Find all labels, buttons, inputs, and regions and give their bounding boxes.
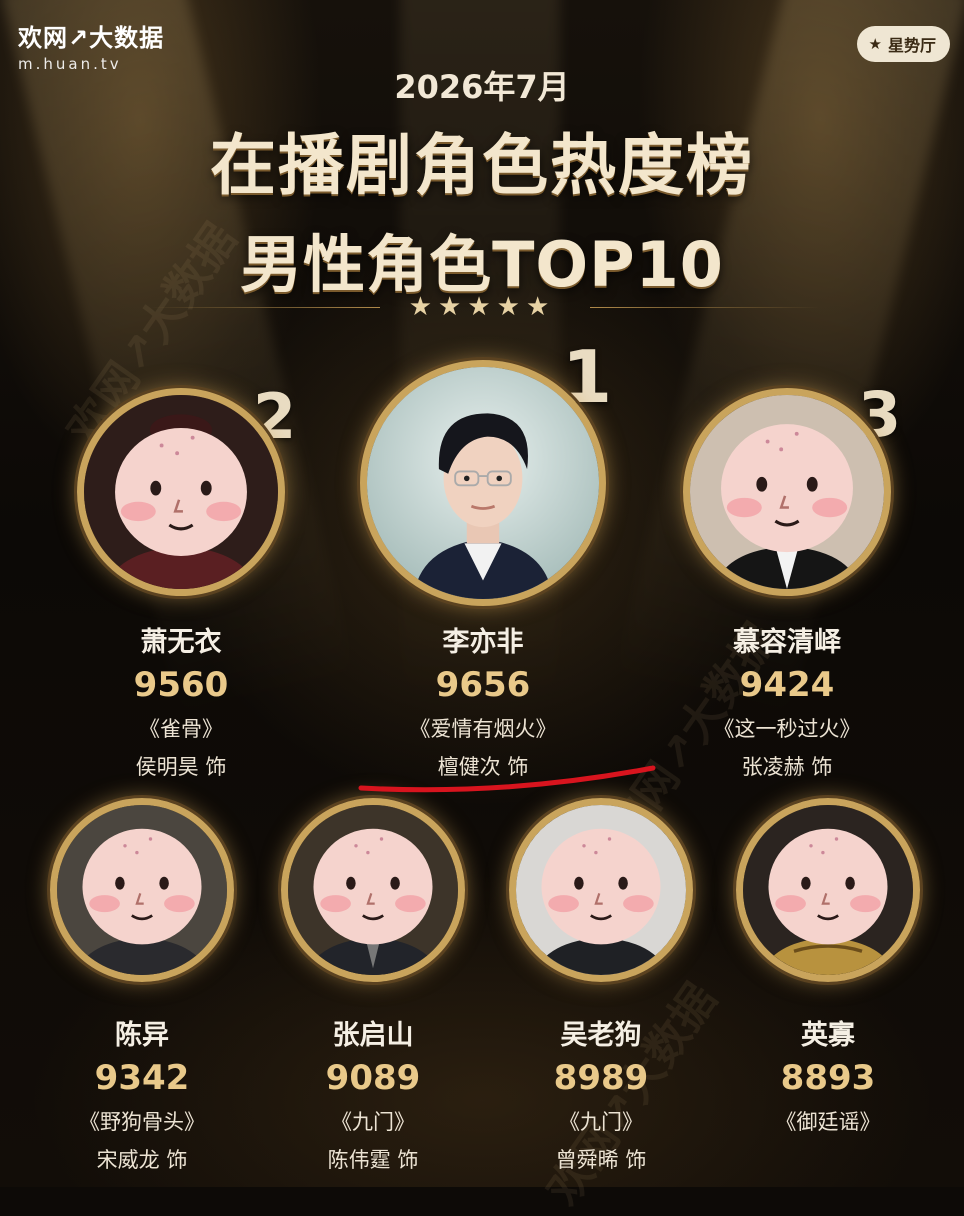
drama-title: 《九门》 (331, 1110, 415, 1134)
portrait-image (367, 367, 599, 599)
character-name: 张启山 (332, 1020, 414, 1051)
entry-rank-5: 张启山 9089 《九门》 陈伟霆 饰 (243, 1013, 503, 1174)
entry-rank-1: 李亦非 9656 《爱情有烟火》 檀健次 饰 (353, 620, 613, 781)
entry-rank-7: 英寡 8893 《御廷谣》 (698, 1013, 958, 1144)
entry-rank-3: 慕容清峄 9424 《这一秒过火》 张凌赫 饰 (657, 620, 917, 781)
avatar-rank-5[interactable] (281, 798, 465, 982)
cartoon-face-icon (690, 395, 884, 589)
avatar-rank-3[interactable] (683, 388, 891, 596)
cartoon-face-icon (57, 805, 227, 975)
heat-score: 9656 (435, 665, 531, 705)
character-name: 李亦非 (442, 627, 524, 658)
character-name: 陈异 (115, 1020, 169, 1051)
avatar-rank-6[interactable] (509, 798, 693, 982)
drama-title: 《这一秒过火》 (713, 717, 861, 741)
character-name: 英寡 (801, 1020, 855, 1051)
actor-name: 宋威龙 饰 (96, 1148, 188, 1172)
avatar-rank-1[interactable] (360, 360, 606, 606)
heat-score: 9342 (94, 1058, 190, 1098)
drama-title: 《雀骨》 (139, 717, 223, 741)
badge-label: 星势厅 (887, 36, 936, 55)
entry-rank-6: 吴老狗 8989 《九门》 曾舜晞 饰 (471, 1013, 731, 1174)
drama-title: 《野狗骨头》 (79, 1110, 205, 1134)
heat-score: 9424 (739, 665, 835, 705)
heat-score: 8893 (780, 1058, 876, 1098)
logo-text: 欢网↗大数据 (18, 24, 165, 52)
cartoon-face-icon (743, 805, 913, 975)
avatar-rank-2[interactable] (77, 388, 285, 596)
drama-title: 《九门》 (559, 1110, 643, 1134)
actor-name: 曾舜晞 饰 (555, 1148, 647, 1172)
date-label: 2026年7月 (394, 68, 570, 106)
actor-name: 侯明昊 饰 (135, 755, 227, 779)
character-name: 慕容清峄 (733, 627, 841, 658)
drama-title: 《御廷谣》 (775, 1110, 881, 1134)
cartoon-face-icon (516, 805, 686, 975)
drama-title: 《爱情有烟火》 (409, 717, 557, 741)
entry-rank-4: 陈异 9342 《野狗骨头》 宋威龙 饰 (12, 1013, 272, 1174)
heat-score: 8989 (553, 1058, 649, 1098)
page-title: 在播剧角色热度榜 (210, 127, 754, 204)
rating-stars: ★★★★★ (408, 292, 556, 322)
badge-button[interactable]: ★ 星势厅 (856, 26, 950, 62)
cartoon-face-icon (288, 805, 458, 975)
star-icon: ★ (868, 35, 882, 53)
cartoon-face-icon (84, 395, 278, 589)
actor-name: 陈伟霆 饰 (327, 1148, 419, 1172)
heat-score: 9560 (133, 665, 229, 705)
entry-rank-2: 萧无衣 9560 《雀骨》 侯明昊 饰 (51, 620, 311, 781)
avatar-rank-7[interactable] (736, 798, 920, 982)
avatar-rank-4[interactable] (50, 798, 234, 982)
actor-name: 张凌赫 饰 (741, 755, 833, 779)
red-underline-annotation (358, 765, 656, 793)
character-name: 吴老狗 (560, 1020, 642, 1051)
character-name: 萧无衣 (140, 627, 222, 658)
page-subtitle: 男性角色TOP10 (240, 228, 724, 301)
heat-score: 9089 (325, 1058, 421, 1098)
